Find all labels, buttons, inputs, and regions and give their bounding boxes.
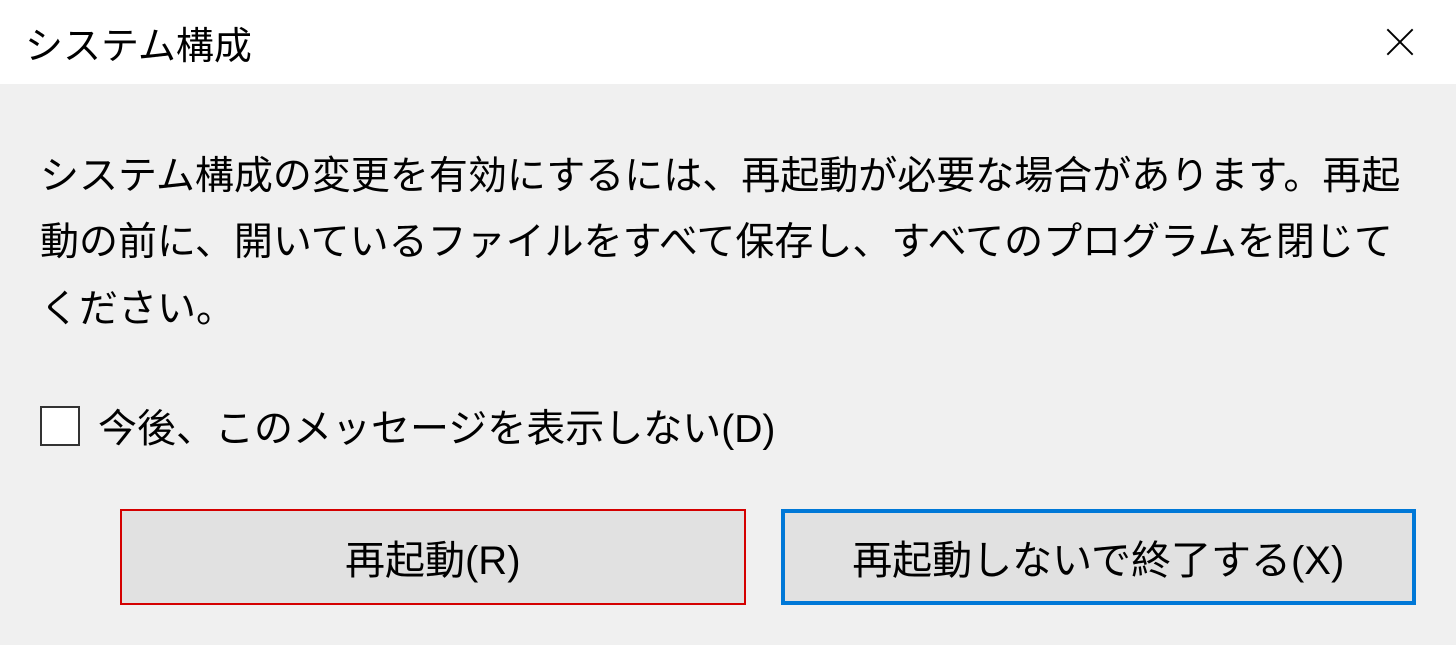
dialog-content: システム構成の変更を有効にするには、再起動が必要な場合があります。再起動の前に、…	[0, 84, 1456, 645]
system-configuration-dialog: システム構成 システム構成の変更を有効にするには、再起動が必要な場合があります。…	[0, 0, 1456, 645]
titlebar: システム構成	[0, 0, 1456, 84]
dialog-title: システム構成	[25, 15, 252, 70]
close-icon[interactable]	[1379, 21, 1421, 63]
restart-button[interactable]: 再起動(R)	[120, 509, 746, 605]
exit-without-restart-button[interactable]: 再起動しないで終了する(X)	[781, 509, 1416, 605]
checkbox-row: 今後、このメッセージを表示しない(D)	[40, 398, 1416, 454]
button-row: 再起動(R) 再起動しないで終了する(X)	[40, 509, 1416, 605]
dialog-message: システム構成の変更を有効にするには、再起動が必要な場合があります。再起動の前に、…	[40, 144, 1416, 343]
dont-show-again-label[interactable]: 今後、このメッセージを表示しない(D)	[98, 398, 775, 454]
dont-show-again-checkbox[interactable]	[40, 406, 80, 446]
